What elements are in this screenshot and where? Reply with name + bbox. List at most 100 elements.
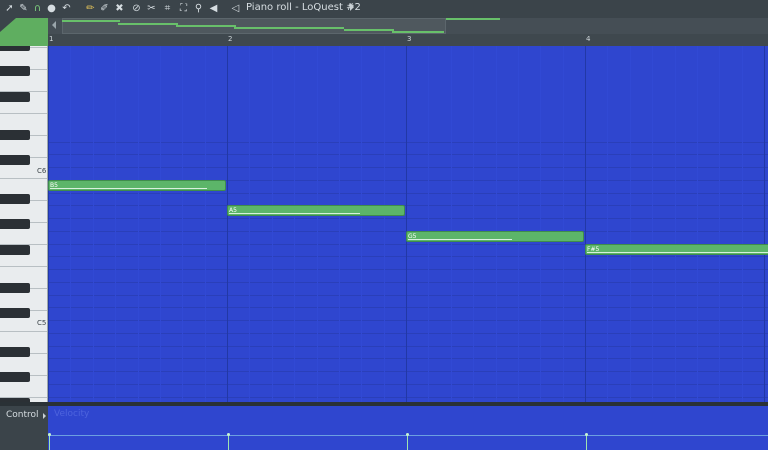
grid-row-line bbox=[48, 371, 768, 372]
key-label-c5: C5 bbox=[37, 319, 47, 327]
black-key[interactable] bbox=[0, 346, 30, 357]
overview-note bbox=[446, 18, 500, 20]
playback-icon[interactable]: ◀ bbox=[208, 3, 219, 14]
step-line bbox=[338, 46, 340, 402]
title-menu-arrow-icon[interactable] bbox=[350, 3, 354, 11]
key-label-c6: C6 bbox=[37, 167, 47, 175]
step-line bbox=[159, 46, 161, 402]
velocity-handle[interactable] bbox=[585, 433, 588, 436]
grid-row-line bbox=[48, 269, 768, 270]
note-velocity-line bbox=[587, 251, 768, 253]
step-line bbox=[473, 46, 475, 402]
scroll-left-icon[interactable] bbox=[52, 21, 56, 29]
black-key[interactable] bbox=[0, 129, 30, 140]
control-menu-arrow-icon[interactable] bbox=[43, 413, 46, 419]
bar-line bbox=[585, 46, 586, 402]
window-title: Piano roll - LoQuest #2 bbox=[246, 2, 361, 13]
grid-row-line bbox=[48, 256, 768, 258]
grid-row-line bbox=[48, 307, 768, 309]
black-key[interactable] bbox=[0, 244, 30, 255]
velocity-bar[interactable] bbox=[407, 435, 408, 450]
play-icon[interactable]: ● bbox=[46, 3, 57, 14]
grid-row-line bbox=[48, 192, 768, 194]
step-line bbox=[562, 46, 564, 402]
velocity-handle[interactable] bbox=[406, 433, 409, 436]
zoom-icon[interactable]: ⚲ bbox=[193, 3, 204, 14]
black-key[interactable] bbox=[0, 219, 30, 229]
step-line bbox=[271, 46, 273, 402]
step-line bbox=[92, 46, 94, 402]
step-line bbox=[741, 46, 743, 402]
grid-row-line bbox=[48, 205, 768, 207]
piano-keyboard[interactable]: C6 C5 bbox=[0, 46, 48, 402]
select-icon[interactable]: ⌗ bbox=[162, 3, 173, 14]
black-key[interactable] bbox=[0, 308, 30, 319]
grid-row-line bbox=[48, 218, 768, 219]
overview-note bbox=[234, 27, 344, 29]
note-grid[interactable]: B5A5G5F#5E5D5C#6 bbox=[48, 46, 768, 402]
overview-note bbox=[118, 23, 178, 25]
step-line bbox=[383, 46, 385, 402]
overview-note bbox=[62, 20, 120, 22]
grid-row-line bbox=[48, 141, 768, 143]
overview-note bbox=[176, 25, 236, 27]
toolbar: ➚ ✎ ∩ ● ↶ ✏ ✐ ✖ ⊘ ✂ ⌗ ⛶ ⚲ ◀ ◁ Piano roll… bbox=[0, 0, 768, 19]
speaker-icon[interactable]: ◁ bbox=[230, 3, 241, 14]
black-key[interactable] bbox=[0, 46, 30, 51]
grid-row-line bbox=[48, 154, 768, 156]
note[interactable]: G5 bbox=[406, 230, 584, 242]
black-key[interactable] bbox=[0, 66, 30, 76]
delete-icon[interactable]: ✖ bbox=[114, 3, 125, 14]
velocity-bar[interactable] bbox=[586, 435, 587, 450]
fullscreen-icon[interactable]: ⛶ bbox=[178, 3, 189, 14]
bar-line bbox=[227, 46, 228, 402]
magnet-icon[interactable]: ∩ bbox=[32, 3, 43, 14]
grid-row-line bbox=[48, 320, 768, 321]
undo-icon[interactable]: ↶ bbox=[61, 3, 72, 14]
note[interactable]: A5 bbox=[227, 205, 405, 217]
paint-icon[interactable]: ✐ bbox=[99, 3, 110, 14]
black-key[interactable] bbox=[0, 91, 30, 102]
step-line bbox=[629, 46, 631, 402]
black-key[interactable] bbox=[0, 155, 30, 166]
bar-label: 2 bbox=[228, 35, 233, 43]
velocity-handle[interactable] bbox=[48, 433, 51, 436]
grid-row-line bbox=[48, 345, 768, 347]
control-parameter-name: Velocity bbox=[54, 409, 90, 419]
bar-line bbox=[406, 46, 407, 402]
step-line bbox=[719, 46, 721, 402]
note-velocity-line bbox=[50, 187, 207, 189]
velocity-bar[interactable] bbox=[49, 435, 50, 450]
bar-label: 1 bbox=[49, 35, 54, 43]
arrow-icon[interactable]: ➚ bbox=[4, 3, 15, 14]
step-line bbox=[204, 46, 206, 402]
event-editor[interactable]: Velocity bbox=[48, 406, 768, 450]
step-line bbox=[607, 46, 609, 402]
step-line bbox=[696, 46, 698, 402]
bar-label: 3 bbox=[407, 35, 412, 43]
black-key[interactable] bbox=[0, 372, 30, 382]
pencil-icon[interactable]: ✏ bbox=[85, 3, 96, 14]
step-line bbox=[652, 46, 654, 402]
step-line bbox=[495, 46, 497, 402]
control-label[interactable]: Control bbox=[6, 410, 39, 420]
note[interactable]: B5 bbox=[48, 179, 226, 191]
velocity-bar[interactable] bbox=[228, 435, 229, 450]
slice-icon[interactable]: ✂ bbox=[146, 3, 157, 14]
mute-icon[interactable]: ⊘ bbox=[131, 3, 142, 14]
step-line bbox=[517, 46, 519, 402]
note[interactable]: F#5 bbox=[585, 243, 768, 255]
bar-line bbox=[764, 46, 765, 402]
note-velocity-line bbox=[229, 213, 360, 215]
bar-line bbox=[48, 46, 49, 402]
grid-row-line bbox=[48, 294, 768, 296]
grid-row-line bbox=[48, 332, 768, 334]
grid-row-line bbox=[48, 396, 768, 398]
step-line bbox=[361, 46, 363, 402]
velocity-handle[interactable] bbox=[227, 433, 230, 436]
black-key[interactable] bbox=[0, 282, 30, 293]
step-line bbox=[182, 46, 184, 402]
wrench-icon[interactable]: ✎ bbox=[18, 3, 29, 14]
black-key[interactable] bbox=[0, 193, 30, 204]
overview-note bbox=[392, 31, 444, 33]
